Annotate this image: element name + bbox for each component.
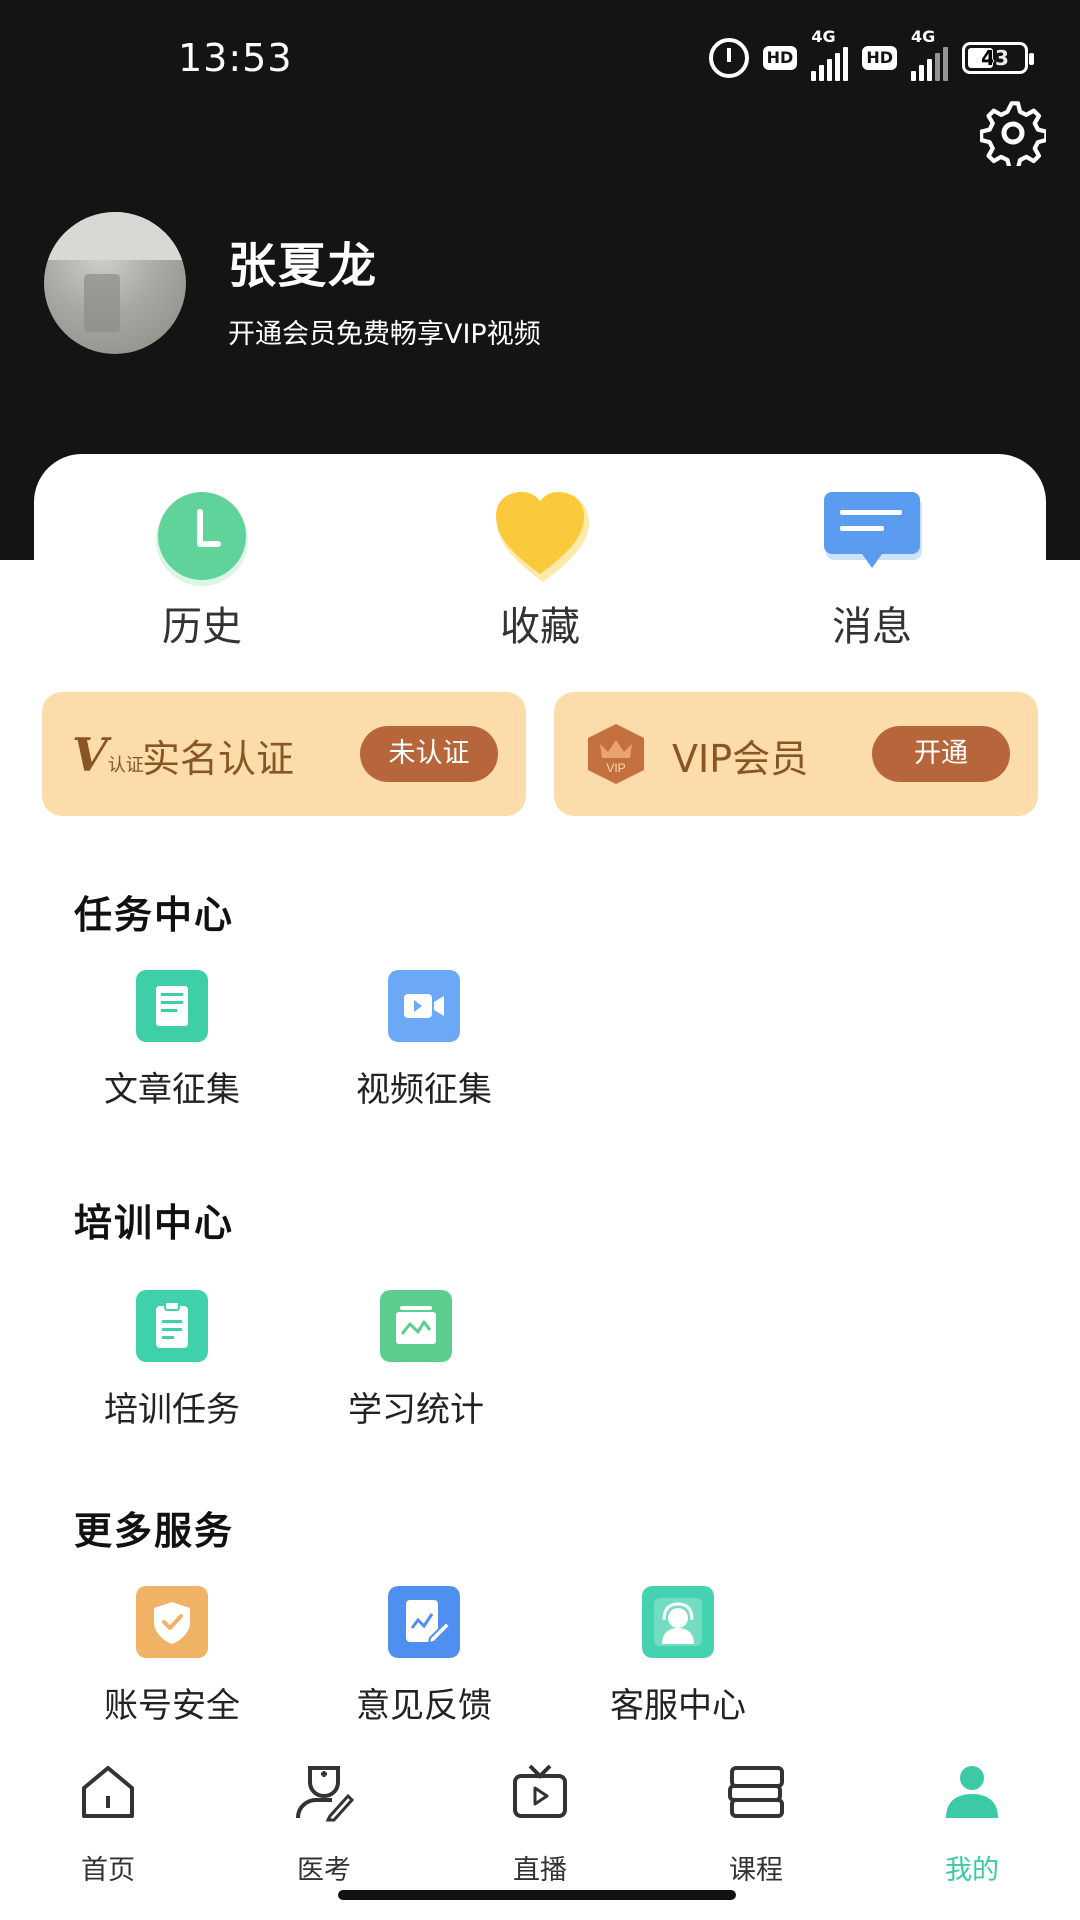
gear-icon[interactable] xyxy=(980,100,1046,166)
home-indicator[interactable] xyxy=(338,1890,736,1900)
vip-crown-icon: VIP xyxy=(588,724,644,784)
hd-badge: HD xyxy=(862,46,897,70)
grid-item-label: 培训任务 xyxy=(104,1390,240,1430)
message-icon xyxy=(824,492,922,568)
vip-activate-button[interactable]: 开通 xyxy=(872,726,1010,782)
real-name-verification-card[interactable]: V认证 实名认证 未认证 xyxy=(42,692,526,816)
profile-icon xyxy=(946,1766,998,1818)
support-icon xyxy=(642,1586,714,1658)
battery-icon: 43 xyxy=(962,42,1034,74)
nav-label: 我的 xyxy=(945,1855,999,1886)
section-title-more-services: 更多服务 xyxy=(74,1509,235,1553)
nav-label: 医考 xyxy=(297,1855,351,1886)
doctor-icon xyxy=(296,1766,354,1822)
books-icon xyxy=(728,1766,784,1818)
vip-membership-card[interactable]: VIP VIP会员 开通 xyxy=(554,692,1038,816)
verify-logo-icon: V认证 xyxy=(72,728,144,782)
network-type: 4G xyxy=(911,27,936,46)
status-icons: HD 4G HD 4G 43 xyxy=(708,27,1034,81)
vip-label: VIP会员 xyxy=(672,737,809,781)
grid-item-label: 意见反馈 xyxy=(356,1686,492,1726)
home-icon xyxy=(82,1766,134,1818)
vip-promo-subtitle[interactable]: 开通会员免费畅享VIP视频 xyxy=(228,312,541,351)
quick-messages-label: 消息 xyxy=(832,604,912,650)
verify-label: 实名认证 xyxy=(142,737,295,781)
clock-icon xyxy=(156,492,248,586)
quick-history-label: 历史 xyxy=(162,604,242,650)
tv-icon xyxy=(513,1764,567,1818)
battery-level: 43 xyxy=(981,46,1009,70)
svg-text:VIP: VIP xyxy=(606,761,625,775)
signal-icon: 4G xyxy=(911,27,948,81)
grid-item-label: 客服中心 xyxy=(610,1686,746,1726)
stats-icon xyxy=(380,1290,452,1362)
status-time: 13:53 xyxy=(178,36,293,80)
video-camera-icon xyxy=(388,970,460,1042)
quick-favorites-label: 收藏 xyxy=(500,604,580,650)
shield-icon xyxy=(136,1586,208,1658)
network-type: 4G xyxy=(811,27,836,46)
nav-label: 课程 xyxy=(729,1855,783,1886)
verify-status-button[interactable]: 未认证 xyxy=(360,726,498,782)
grid-item-label: 学习统计 xyxy=(348,1390,484,1430)
grid-item-label: 文章征集 xyxy=(104,1070,240,1110)
news-icon xyxy=(136,970,208,1042)
heart-icon xyxy=(496,492,589,582)
nav-label: 首页 xyxy=(81,1855,135,1886)
avatar[interactable] xyxy=(44,212,186,354)
section-title-task-center: 任务中心 xyxy=(74,893,235,937)
user-name[interactable]: 张夏龙 xyxy=(228,226,378,296)
alarm-icon xyxy=(708,38,749,78)
hd-badge: HD xyxy=(762,46,798,70)
clipboard-icon xyxy=(136,1290,208,1362)
grid-item-label: 账号安全 xyxy=(104,1686,240,1726)
nav-label: 直播 xyxy=(513,1855,567,1886)
feedback-icon xyxy=(388,1586,460,1658)
signal-icon: 4G xyxy=(811,27,849,81)
grid-item-label: 视频征集 xyxy=(356,1070,492,1110)
status-bar: 13:53 HD 4G HD 4G 43 xyxy=(0,0,1080,120)
section-title-training-center: 培训中心 xyxy=(74,1201,235,1245)
